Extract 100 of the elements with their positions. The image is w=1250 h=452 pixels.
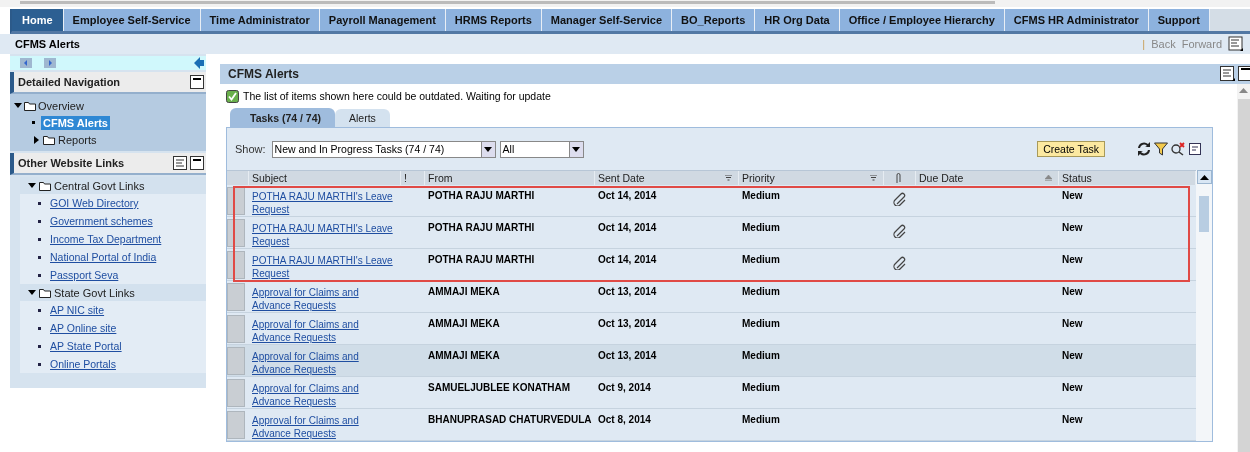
website-link[interactable]: Income Tax Department — [50, 233, 162, 245]
table-cell: Oct 13, 2014 — [598, 286, 657, 297]
website-link[interactable]: National Portal of India — [50, 251, 157, 263]
subject-link[interactable]: Approval for Claims and Advance Requests — [252, 382, 398, 408]
website-link[interactable]: AP State Portal — [50, 340, 122, 352]
column-header[interactable]: Priority — [742, 172, 775, 184]
nav-tab[interactable]: HR Org Data — [755, 9, 840, 31]
edit-icon[interactable] — [1188, 142, 1202, 156]
subject-link[interactable]: Approval for Claims and Advance Requests — [252, 318, 398, 344]
scrollbar[interactable] — [1196, 170, 1212, 441]
subject-link[interactable]: POTHA RAJU MARTHI's Leave Request — [252, 254, 398, 280]
column-header[interactable]: Sent Date — [598, 172, 645, 184]
caret-icon[interactable] — [572, 146, 581, 152]
checkbox[interactable] — [226, 89, 239, 103]
minimize-icon[interactable] — [190, 156, 204, 170]
table-cell: Medium — [742, 350, 780, 361]
subject-link[interactable]: Approval for Claims and Advance Requests — [252, 286, 398, 312]
nav-tab[interactable]: Employee Self-Service — [63, 9, 201, 31]
sort-icon[interactable] — [1045, 175, 1052, 181]
folder-icon — [24, 100, 36, 111]
tree-item[interactable]: Overview — [38, 99, 84, 112]
paperclip-icon[interactable] — [894, 172, 902, 184]
table-cell: Oct 14, 2014 — [598, 254, 657, 265]
table-cell: New — [1062, 190, 1083, 201]
column-header[interactable]: Due Date — [919, 172, 964, 184]
website-link[interactable]: AP NIC site — [50, 304, 105, 316]
collapse-arrow-icon[interactable] — [194, 57, 204, 69]
nav-tab[interactable]: Time Administrator — [200, 9, 320, 31]
subject-link[interactable]: Approval for Claims and Advance Requests — [252, 350, 398, 376]
create-task-button[interactable]: Create Task — [1037, 141, 1105, 157]
caret-icon[interactable] — [484, 146, 493, 152]
website-link[interactable]: GOI Web Directory — [50, 197, 139, 209]
nav-tab[interactable]: Office / Employee Hierarchy — [839, 9, 1005, 31]
notice-text: The list of items shown here could be outdated. Waiting for update — [243, 90, 551, 102]
table-cell: Medium — [742, 254, 780, 265]
table-cell: Oct 13, 2014 — [598, 318, 657, 329]
column-header[interactable]: From — [428, 172, 453, 184]
collapsed-triangle-icon[interactable] — [32, 135, 40, 144]
nav-tab[interactable]: CFMS HR Administrator — [1004, 9, 1149, 31]
filter-icon[interactable] — [1154, 142, 1168, 156]
separator-text: | — [1142, 38, 1146, 50]
table-cell: POTHA RAJU MARTHI — [428, 190, 535, 201]
filter-icon[interactable] — [725, 175, 732, 181]
column-header[interactable]: Status — [1062, 172, 1092, 184]
filter-dropdown[interactable]: All — [499, 140, 584, 158]
table-cell: Oct 14, 2014 — [598, 190, 657, 201]
tree-item[interactable]: CFMS Alerts — [41, 115, 110, 130]
expanded-triangle-icon[interactable] — [14, 101, 22, 110]
paperclip-icon[interactable] — [893, 256, 907, 270]
panel-title: Detailed Navigation — [18, 76, 121, 88]
next-icon[interactable] — [44, 58, 56, 68]
website-link[interactable]: Passport Seva — [50, 269, 119, 281]
table-cell: AMMAJI MEKA — [428, 286, 500, 297]
table-cell: Medium — [742, 414, 780, 425]
section-title: CFMS Alerts — [228, 67, 299, 81]
tab[interactable]: Alerts — [335, 109, 390, 127]
website-link[interactable]: Online Portals — [50, 358, 116, 370]
folder-icon — [43, 134, 55, 145]
minimize-icon[interactable] — [190, 75, 204, 89]
column-header[interactable]: Subject — [252, 172, 288, 184]
nav-tab[interactable]: HRMS Reports — [445, 9, 542, 31]
filter-icon[interactable] — [870, 175, 877, 181]
subject-link[interactable]: POTHA RAJU MARTHI's Leave Request — [252, 222, 398, 248]
table-cell: AMMAJI MEKA — [428, 350, 500, 361]
nav-tab[interactable]: Payroll Management — [319, 9, 446, 31]
expanded-triangle-icon[interactable] — [28, 181, 36, 190]
nav-tab[interactable]: Support — [1148, 9, 1210, 31]
table-cell: Oct 14, 2014 — [598, 222, 657, 233]
subject-link[interactable]: POTHA RAJU MARTHI's Leave Request — [252, 190, 398, 216]
scroll-thumb[interactable] — [1199, 196, 1209, 232]
nav-tab[interactable]: BO_Reports — [672, 9, 756, 31]
table-cell: Medium — [742, 286, 780, 297]
panel-title: Other Website Links — [18, 157, 125, 169]
show-label: Show: — [235, 143, 266, 155]
column-header[interactable]: ! — [404, 172, 407, 184]
nav-tab[interactable]: Home — [12, 9, 64, 31]
nav-tab[interactable]: Manager Self-Service — [541, 9, 673, 31]
menu-icon[interactable] — [1228, 36, 1244, 52]
menu-icon[interactable] — [1220, 66, 1236, 82]
website-link[interactable]: Government schemes — [50, 215, 153, 227]
table-cell: New — [1062, 254, 1083, 265]
minimize-icon[interactable] — [1238, 66, 1250, 82]
refresh-icon[interactable] — [1137, 142, 1151, 156]
table-cell: Oct 13, 2014 — [598, 350, 657, 361]
folder-icon — [39, 287, 51, 298]
tab[interactable]: Tasks (74 / 74) — [230, 108, 335, 127]
table-cell: Medium — [742, 190, 780, 201]
paperclip-icon[interactable] — [893, 192, 907, 206]
paperclip-icon[interactable] — [893, 224, 907, 238]
filter-dropdown[interactable]: New and In Progress Tasks (74 / 74) — [271, 140, 496, 158]
subject-link[interactable]: Approval for Claims and Advance Requests — [252, 414, 398, 440]
menu-icon[interactable] — [173, 156, 187, 170]
tree-item[interactable]: Reports — [58, 133, 97, 146]
previous-icon[interactable] — [20, 58, 32, 68]
website-link[interactable]: AP Online site — [50, 322, 117, 334]
table-cell: New — [1062, 222, 1083, 233]
scroll-up-icon[interactable] — [1199, 174, 1209, 180]
clear-search-icon[interactable] — [1171, 142, 1185, 156]
table-cell: Oct 9, 2014 — [598, 382, 651, 393]
expanded-triangle-icon[interactable] — [28, 288, 36, 297]
